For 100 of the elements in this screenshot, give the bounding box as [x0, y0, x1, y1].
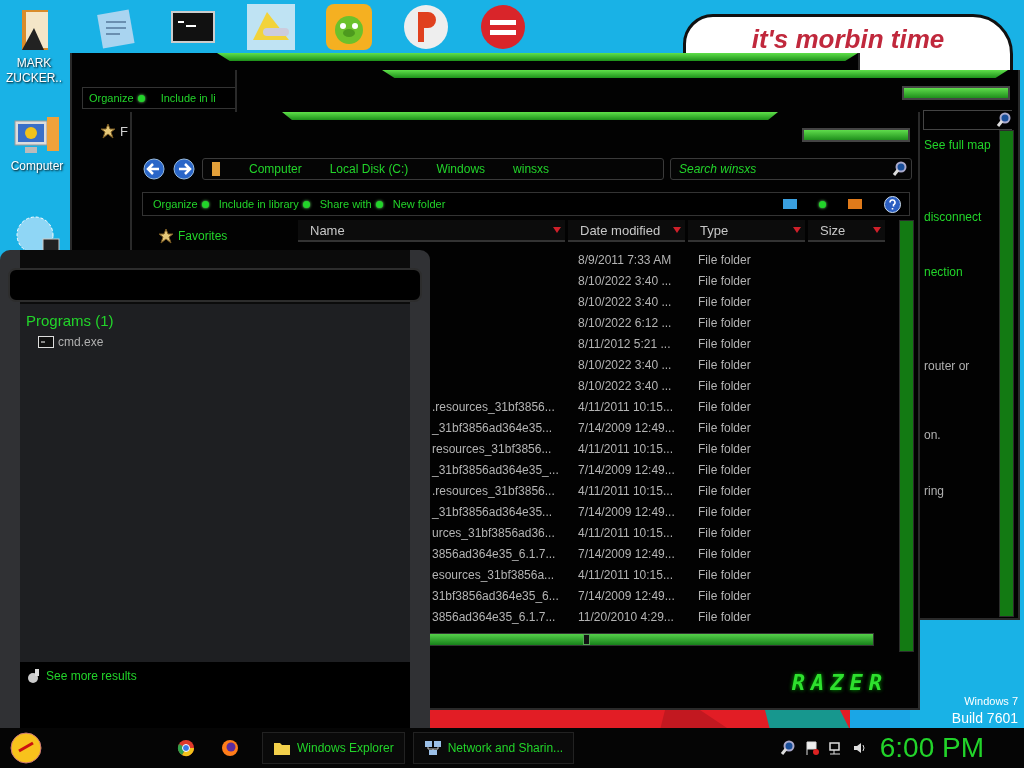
build-text: Build 7601: [951, 710, 1018, 727]
toolbar-button[interactable]: Organize: [151, 194, 211, 214]
type-cell-text: File folder: [697, 399, 752, 414]
build-text: Windows 7: [964, 694, 1018, 709]
help-icon[interactable]: [884, 195, 901, 213]
address-bar[interactable]: Computer Local Disk (C:) Windows winsxs: [202, 158, 664, 180]
caret-icon: [793, 227, 801, 233]
search-icon[interactable]: [892, 161, 908, 177]
breadcrumb[interactable]: Windows: [436, 162, 486, 176]
window-controls[interactable]: [902, 86, 1010, 100]
dot-icon: [302, 200, 310, 208]
date-cell-text: 7/14/2009 12:49...: [577, 504, 676, 519]
taskbar-button[interactable]: Network and Sharin...: [412, 732, 575, 764]
type-cell-text: File folder: [697, 567, 752, 582]
type-cell-text: File folder: [697, 546, 752, 561]
date-cell-text: 4/11/2011 10:15...: [577, 483, 674, 498]
type-cell-text: File folder: [697, 378, 752, 393]
scrollbar[interactable]: [899, 220, 914, 652]
window-controls[interactable]: [802, 128, 910, 142]
folder-icon: [273, 740, 291, 756]
folder-icon: [247, 4, 295, 50]
type-cell-text: File folder: [697, 420, 752, 435]
date-cell-text: 7/14/2009 12:49...: [577, 420, 676, 435]
firefox-icon[interactable]: [221, 739, 239, 757]
date-cell-text: 8/10/2022 3:40 ...: [577, 294, 673, 309]
date-cell-text: 7/14/2009 12:49...: [577, 588, 676, 603]
date-cell-text: 8/11/2012 5:21 ...: [577, 336, 672, 351]
console-icon: [38, 336, 54, 348]
type-cell-text: File folder: [697, 588, 752, 603]
type-cell-text: File folder: [697, 441, 752, 456]
date-cell-text: 4/11/2011 10:15...: [577, 441, 674, 456]
search-field[interactable]: [923, 110, 1012, 130]
type-cell-text: File folder: [697, 252, 752, 267]
date-cell-text: 4/11/2011 10:15...: [577, 399, 674, 414]
type-cell-text: File folder: [697, 357, 752, 372]
taskbar-button[interactable]: Windows Explorer: [262, 732, 405, 764]
toolbar-button[interactable]: Organize: [87, 88, 147, 108]
column-header[interactable]: Size: [808, 220, 885, 242]
folder-icon: [211, 161, 221, 177]
date-cell-text: 11/20/2010 4:29...: [577, 609, 675, 624]
caret-icon: [673, 227, 681, 233]
type-cell-text: File folder: [697, 504, 752, 519]
result-item[interactable]: cmd.exe: [26, 335, 404, 349]
breadcrumb[interactable]: Computer: [249, 162, 302, 176]
see-more-link[interactable]: See more results: [26, 668, 137, 684]
column-header[interactable]: Type: [688, 220, 805, 242]
forward-button[interactable]: [172, 157, 196, 181]
volume-icon[interactable]: [851, 740, 868, 756]
link[interactable]: See full map: [924, 138, 1018, 152]
date-cell-text: 8/9/2011 7:33 AM: [577, 252, 673, 267]
group-heading: Programs (1): [26, 312, 115, 329]
date-cell-text: 7/14/2009 12:49...: [577, 546, 676, 561]
dot-icon: [201, 200, 209, 208]
type-cell-text: File folder: [697, 336, 752, 351]
type-cell-text: File folder: [697, 315, 752, 330]
link[interactable]: nection: [924, 265, 1018, 279]
search-icon[interactable]: [996, 112, 1012, 128]
breadcrumb[interactable]: Local Disk (C:): [329, 162, 409, 176]
type-cell-text: File folder: [697, 525, 752, 540]
nav-item[interactable]: F: [120, 123, 128, 139]
smiley-icon: [9, 731, 43, 765]
toolbar-button[interactable]: Include in li: [158, 88, 218, 108]
toolbar-button[interactable]: New folder: [390, 194, 448, 214]
type-cell-text: File folder: [697, 483, 752, 498]
chrome-icon[interactable]: [177, 739, 195, 757]
dot-icon: [137, 94, 145, 102]
toolbar-button[interactable]: Share with: [317, 194, 385, 214]
column-header[interactable]: Name: [298, 220, 565, 242]
logo: RAZER: [791, 669, 888, 695]
date-cell-text: 8/10/2022 3:40 ...: [577, 378, 673, 393]
caret-icon: [553, 227, 561, 233]
flag-icon[interactable]: [803, 740, 820, 756]
text-line: router or: [924, 359, 971, 373]
dev-icon: [480, 4, 526, 50]
text-line: on.: [924, 428, 942, 442]
date-cell-text: 8/10/2022 3:40 ...: [577, 357, 673, 372]
network-icon: [423, 740, 442, 756]
search-field[interactable]: Search winsxs: [670, 158, 912, 180]
search-icon[interactable]: [779, 740, 796, 756]
back-button[interactable]: [142, 157, 166, 181]
pig-icon: [326, 4, 372, 50]
type-cell-text: File folder: [697, 273, 752, 288]
search-field[interactable]: [8, 268, 422, 302]
scrollbar[interactable]: [999, 130, 1014, 617]
sidebar-item[interactable]: Favorites: [158, 228, 228, 244]
breadcrumb[interactable]: winsxs: [513, 162, 550, 176]
date-cell-text: 8/10/2022 6:12 ...: [577, 315, 673, 330]
type-cell-text: File folder: [697, 294, 752, 309]
text-line: ring: [924, 484, 945, 498]
badge-icon: [403, 4, 449, 50]
clock[interactable]: 6:00 PM: [879, 732, 984, 764]
date-cell-text: 8/10/2022 3:40 ...: [577, 273, 673, 288]
type-cell-text: File folder: [697, 609, 752, 624]
star-icon: [158, 228, 174, 244]
column-header[interactable]: Date modified: [568, 220, 685, 242]
date-cell-text: 7/14/2009 12:49...: [577, 462, 676, 477]
toolbar-button[interactable]: Include in library: [216, 194, 312, 214]
date-cell-text: 4/11/2011 10:15...: [577, 567, 674, 582]
dot-icon: [819, 200, 826, 208]
link[interactable]: disconnect: [924, 210, 1018, 224]
